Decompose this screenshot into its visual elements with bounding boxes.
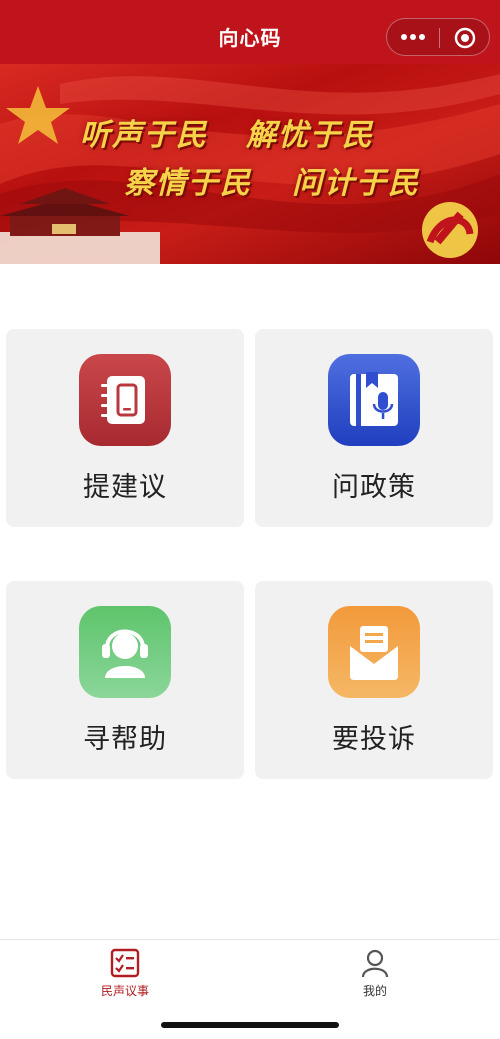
- policy-label: 问政策: [332, 472, 416, 503]
- tab-home[interactable]: 民声议事: [0, 946, 250, 1006]
- more-dots-icon[interactable]: [401, 34, 425, 42]
- book-microphone-icon: [328, 354, 420, 446]
- complain-card[interactable]: 要投诉: [255, 581, 493, 779]
- banner-slogan: 解忧于民: [246, 118, 374, 153]
- tab-mine-label: 我的: [362, 984, 387, 998]
- suggest-label: 提建议: [83, 472, 167, 503]
- banner-slogan: 听声于民: [80, 118, 208, 153]
- tab-home-label: 民声议事: [100, 984, 149, 998]
- banner-slogan: 察情于民: [124, 166, 252, 201]
- help-card[interactable]: 寻帮助: [6, 581, 244, 779]
- tab-mine[interactable]: 我的: [250, 946, 500, 1006]
- policy-card[interactable]: 问政策: [255, 329, 493, 527]
- suggest-card[interactable]: 提建议: [6, 329, 244, 527]
- target-close-icon[interactable]: [454, 27, 476, 49]
- checklist-icon: [110, 948, 140, 982]
- banner-slogan: 问计于民: [292, 166, 420, 201]
- navbar: 向心码: [0, 0, 500, 64]
- mini-program-capsule: [386, 18, 490, 56]
- party-emblem-icon: [422, 202, 478, 258]
- complain-label: 要投诉: [332, 724, 416, 755]
- envelope-letter-icon: [328, 606, 420, 698]
- capsule-divider: [439, 28, 440, 48]
- home-indicator[interactable]: [161, 1022, 339, 1028]
- user-icon: [360, 948, 390, 982]
- notebook-phone-icon: [79, 354, 171, 446]
- help-label: 寻帮助: [83, 724, 167, 755]
- banner: 听声于民 解忧于民 察情于民 问计于民: [0, 64, 500, 264]
- headset-person-icon: [79, 606, 171, 698]
